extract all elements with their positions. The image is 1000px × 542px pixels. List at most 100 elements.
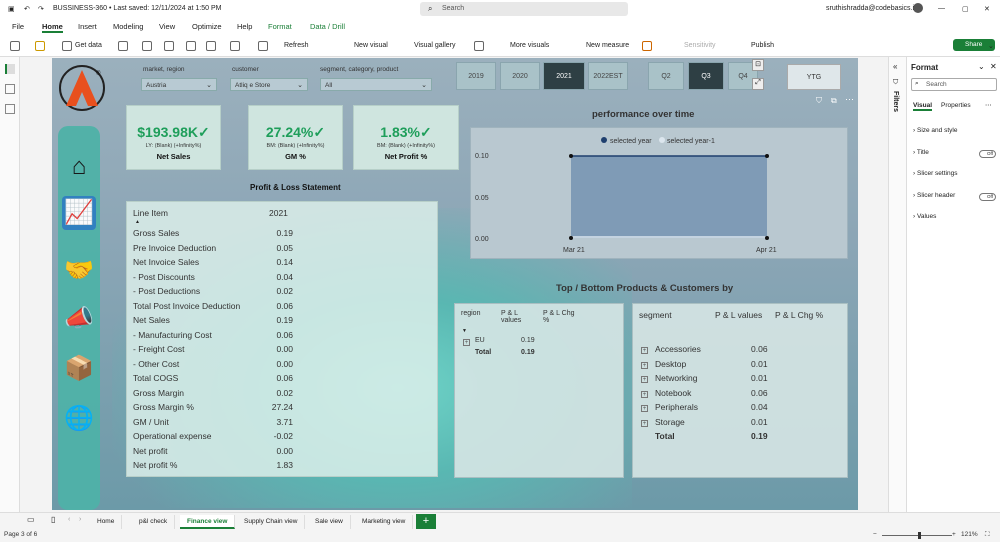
new-visual-button[interactable]: New visual [354, 42, 388, 49]
chevron-down-icon[interactable]: ⌄ [978, 62, 985, 71]
home-nav-icon[interactable]: ⌂ [62, 150, 96, 184]
year-2022est-button[interactable]: 2022EST [588, 62, 628, 90]
menu-insert[interactable]: Insert [78, 22, 97, 31]
tab-home[interactable]: Home [90, 515, 123, 529]
visual-gallery-button[interactable]: Visual gallery [414, 42, 456, 49]
point-selected-year-1[interactable] [569, 236, 573, 240]
format-search-input[interactable]: ⌕ Search [911, 78, 997, 91]
global-nav-icon[interactable]: 🌐 [62, 402, 96, 436]
tab-marketing-view[interactable]: Marketing view [355, 515, 414, 529]
more-visuals-button[interactable]: More visuals [510, 42, 549, 49]
menu-optimize[interactable]: Optimize [192, 22, 222, 31]
zoom-slider[interactable] [882, 535, 952, 536]
more-options-icon[interactable]: ⋯ [985, 101, 992, 109]
quarter-q2-button[interactable]: Q2 [648, 62, 684, 90]
point-selected-year[interactable] [569, 154, 573, 158]
region-col-pl-chg[interactable]: P & L Chg % [543, 310, 577, 324]
tab-sale-view[interactable]: Sale view [308, 515, 351, 529]
focus-mode-icon[interactable]: ⧉ [831, 96, 837, 106]
tab-visual[interactable]: Visual [913, 102, 933, 111]
text-box-icon[interactable] [474, 41, 484, 51]
menu-data-drill[interactable]: Data / Drill [310, 22, 345, 31]
sql-icon[interactable] [164, 41, 174, 51]
file-title[interactable]: BUSSINESS-360 • Last saved: 12/11/2024 a… [53, 5, 221, 12]
sales-nav-icon[interactable]: 📣 [62, 302, 96, 336]
add-page-button[interactable]: + [416, 514, 436, 529]
expand-icon[interactable]: + [641, 376, 648, 383]
undo-icon[interactable]: ↶ [24, 5, 30, 13]
redo-icon[interactable]: ↷ [38, 5, 44, 13]
transform-data-icon[interactable] [258, 41, 268, 51]
ytg-button[interactable]: YTG [787, 64, 841, 90]
mobile-layout-icon[interactable]: ▯ [51, 515, 55, 524]
pin-icon[interactable]: ⊡ [752, 59, 764, 71]
model-view-icon[interactable] [5, 104, 15, 114]
market-region-dropdown[interactable]: Austria ⌄ [141, 78, 217, 91]
tab-properties[interactable]: Properties [941, 102, 971, 109]
expand-icon[interactable]: + [641, 405, 648, 412]
point-selected-year-1[interactable] [765, 236, 769, 240]
year-2021-button[interactable]: 2021 [543, 62, 585, 90]
format-section-4[interactable]: › Values [913, 213, 936, 220]
format-painter-icon[interactable] [35, 41, 45, 51]
sort-down-icon[interactable]: ▼ [462, 328, 467, 334]
desktop-layout-icon[interactable]: ▭ [27, 515, 35, 524]
zoom-in-icon[interactable]: + [952, 531, 956, 538]
expand-icon[interactable]: + [463, 339, 470, 346]
menu-format[interactable]: Format [268, 22, 292, 31]
prev-page-icon[interactable]: ‹ [68, 516, 70, 523]
filter-icon[interactable]: ⛉ [816, 96, 822, 106]
expand-icon[interactable]: + [641, 419, 648, 427]
global-search[interactable]: ⌕ Search [420, 2, 628, 16]
expand-icon[interactable]: + [641, 361, 648, 369]
table-view-icon[interactable] [5, 84, 15, 94]
year-2019-button[interactable]: 2019 [456, 62, 496, 90]
save-icon[interactable]: ▣ [8, 5, 15, 13]
fit-page-icon[interactable]: ⛶ [985, 531, 990, 539]
quick-measure-icon[interactable] [642, 41, 652, 51]
marketing-nav-icon[interactable]: 📦 [62, 352, 96, 386]
avatar[interactable] [913, 3, 923, 13]
menu-view[interactable]: View [159, 22, 175, 31]
tab-finance-view[interactable]: Finance view [180, 515, 236, 529]
minimize-icon[interactable]: — [938, 5, 945, 12]
edit-interactions-icon[interactable]: ⤢ [752, 78, 764, 90]
close-icon[interactable]: ✕ [984, 5, 990, 13]
sort-up-icon[interactable]: ▲ [135, 219, 140, 225]
zoom-out-icon[interactable]: − [873, 531, 877, 538]
new-measure-button[interactable]: New measure [586, 42, 629, 49]
filters-pane[interactable]: « ⛉ Filters [888, 57, 906, 512]
refresh-button[interactable]: Refresh [284, 42, 309, 49]
format-section-toggle[interactable]: Off [979, 192, 996, 201]
tab-supply-chain-view[interactable]: Supply Chain view [237, 515, 306, 529]
region-col-pl-values[interactable]: P & L values [501, 310, 533, 324]
menu-home[interactable]: Home [42, 22, 63, 33]
format-section-1[interactable]: › Title [913, 149, 929, 156]
publish-button[interactable]: Publish [751, 42, 774, 49]
expand-icon[interactable]: + [641, 347, 648, 354]
format-section-toggle[interactable]: Off [979, 149, 996, 158]
menu-file[interactable]: File [12, 22, 24, 31]
menu-modeling[interactable]: Modeling [113, 22, 143, 31]
expand-icon[interactable]: + [641, 390, 648, 398]
year-2020-button[interactable]: 2020 [500, 62, 540, 90]
quarter-q3-button[interactable]: Q3 [688, 62, 724, 90]
pl-col-year[interactable]: 2021 [269, 208, 288, 218]
more-options-icon[interactable]: ⋯ [845, 94, 854, 105]
format-section-0[interactable]: › Size and style [913, 127, 957, 134]
pl-col-line-item[interactable]: Line Item [133, 208, 168, 218]
menu-help[interactable]: Help [237, 22, 252, 31]
recent-sources-icon[interactable] [206, 41, 216, 51]
zoom-slider-handle[interactable] [918, 532, 921, 539]
region-col-region[interactable]: region [461, 310, 480, 317]
point-selected-year[interactable] [765, 154, 769, 158]
transform-icon[interactable] [230, 41, 240, 51]
get-data-button[interactable]: Get data [75, 42, 102, 49]
segment-dropdown[interactable]: All ⌄ [320, 78, 432, 91]
paste-icon[interactable] [10, 41, 20, 51]
tab-pl-check[interactable]: p&l check [125, 515, 176, 529]
maximize-icon[interactable]: ▢ [962, 5, 969, 13]
segment-col-pl-values[interactable]: P & L values [715, 310, 762, 320]
format-section-2[interactable]: › Slicer settings [913, 170, 957, 177]
finance-nav-icon[interactable]: 📈 [62, 196, 96, 230]
